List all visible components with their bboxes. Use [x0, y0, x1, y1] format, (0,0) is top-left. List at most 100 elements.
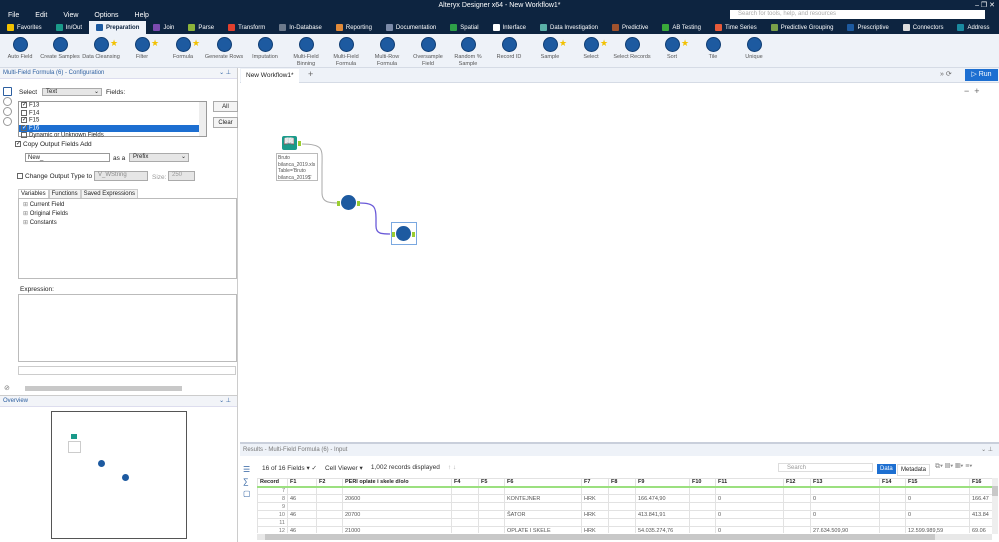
field-item[interactable]: Dynamic or Unknown Fields [19, 132, 206, 140]
data-tab[interactable]: Data [877, 464, 896, 474]
tab-connectors[interactable]: Connectors [896, 21, 951, 34]
clear-button[interactable]: Clear [213, 117, 238, 128]
menu-options[interactable]: Options [94, 11, 118, 21]
input-data-tool[interactable]: 📖 [282, 136, 297, 150]
output-icon[interactable] [3, 97, 12, 106]
tab-reporting[interactable]: Reporting [329, 21, 379, 34]
copy-output-checkbox[interactable]: ✓ Copy Output Fields Add [15, 141, 92, 148]
table-row[interactable]: 7 [257, 486, 992, 495]
menu-help[interactable]: Help [135, 11, 149, 21]
results-hscrollbar[interactable] [257, 534, 992, 540]
help-icon[interactable] [3, 117, 12, 126]
column-header[interactable]: F8 [608, 478, 636, 488]
output-type-dropdown[interactable]: V_WString [94, 171, 148, 181]
all-button[interactable]: All [213, 101, 238, 112]
column-header[interactable]: PERI oplate i skele d/o/o [342, 478, 452, 488]
column-header[interactable]: F7 [581, 478, 609, 488]
field-item[interactable]: ✓ F13 [19, 102, 206, 110]
results-search-input[interactable]: Search [778, 463, 873, 472]
column-header[interactable]: F11 [715, 478, 784, 488]
fields-selector[interactable]: 16 of 16 Fields ▾ ✓ [262, 464, 317, 472]
tab-interface[interactable]: Interface [486, 21, 533, 34]
field-checkbox[interactable] [21, 132, 27, 138]
favorite-star-icon[interactable]: ★ [110, 38, 118, 49]
workflow-canvas[interactable]: New Workflow1* + » ⟳ ▷ Run − + 📖 Bruto b… [240, 68, 999, 442]
field-checkbox[interactable] [21, 109, 27, 116]
favorite-star-icon[interactable]: ★ [681, 38, 689, 49]
tab-documentation[interactable]: Documentation [379, 21, 443, 34]
expand-icon[interactable]: ⊞ [23, 211, 30, 217]
results-side-icons[interactable]: ☰ ∑ ▢ [243, 464, 251, 500]
column-header[interactable]: F5 [478, 478, 505, 488]
sort-arrows[interactable]: ↑ ↓ [448, 464, 456, 472]
overview-viewport[interactable] [51, 411, 187, 539]
results-grid[interactable]: Record F1 F2 PERI oplate i skele d/o/o F4 F5 F… [257, 478, 992, 533]
output-anchor[interactable] [298, 141, 301, 146]
tool-auto-field[interactable]: Auto Field [0, 37, 40, 61]
column-header[interactable]: F6 [504, 478, 582, 488]
tab-in-database[interactable]: In-Database [272, 21, 329, 34]
column-header[interactable]: F9 [635, 478, 690, 488]
favorite-star-icon[interactable]: ★ [192, 38, 200, 49]
input-anchor[interactable] [392, 232, 395, 237]
tab-address[interactable]: Address [950, 21, 996, 34]
tool-unique[interactable]: Unique [734, 37, 774, 61]
select-type-dropdown[interactable]: Text ⌄ [42, 88, 102, 96]
results-actions-icons[interactable]: ⧉▾ ▤▾ ▦▾ ≡▾ [935, 463, 972, 471]
tool-tile[interactable]: Tile [693, 37, 733, 61]
expand-icon[interactable]: ⊞ [23, 220, 30, 226]
menu-edit[interactable]: Edit [35, 11, 47, 21]
output-anchor[interactable] [412, 232, 415, 237]
favorite-star-icon[interactable]: ★ [559, 38, 567, 49]
tool-create-samples[interactable]: Create Samples [40, 37, 80, 61]
tree-node[interactable]: ⊞ Current Field [23, 201, 232, 210]
tree-node[interactable]: ⊞ Original Fields [23, 210, 232, 219]
favorite-star-icon[interactable]: ★ [151, 38, 159, 49]
pin-icon[interactable]: ⌄ ⊥ [219, 68, 231, 79]
table-row[interactable]: 12 46 21000 OPLATE I SKELE HRK 54.035.274,76 0… [257, 526, 992, 533]
tab-data-investigation[interactable]: Data Investigation [533, 21, 605, 34]
tool-oversample-field[interactable]: Oversample Field [408, 37, 448, 68]
table-row[interactable]: 8 46 20600 KONTEJNER HRK 166.474,90 0 0 0 166.47 [257, 494, 992, 503]
tab-in-out[interactable]: In/Out [49, 21, 89, 34]
multi-field-formula-node[interactable] [396, 226, 411, 241]
favorite-star-icon[interactable]: ★ [600, 38, 608, 49]
tool-multi-field-binning[interactable]: Multi-Field Binning [286, 37, 326, 68]
column-header[interactable]: F10 [689, 478, 716, 488]
size-input[interactable]: 250 [168, 171, 195, 181]
input-anchor[interactable] [337, 201, 340, 206]
tab-prescriptive[interactable]: Prescriptive [840, 21, 895, 34]
tab-spatial[interactable]: Spatial [443, 21, 485, 34]
tab-predictive[interactable]: Predictive [605, 21, 655, 34]
validate-icon[interactable]: ⊘ [4, 384, 10, 392]
column-header[interactable]: F12 [783, 478, 811, 488]
field-checkbox[interactable]: ✓ [21, 117, 27, 123]
tab-transform[interactable]: Transform [221, 21, 272, 34]
gear-icon[interactable] [3, 87, 12, 96]
tag-icon[interactable] [3, 107, 12, 116]
column-header[interactable]: F2 [316, 478, 343, 488]
change-type-checkbox[interactable]: Change Output Type to [17, 173, 92, 180]
horizontal-scrollbar[interactable] [25, 386, 182, 391]
column-header[interactable]: F13 [810, 478, 880, 488]
column-header[interactable]: F15 [905, 478, 970, 488]
column-header[interactable]: F14 [879, 478, 906, 488]
field-checkbox[interactable]: ✓ [21, 124, 27, 131]
tab-time-series[interactable]: Time Series [708, 21, 764, 34]
tool-select-records[interactable]: Select Records [612, 37, 652, 61]
position-dropdown[interactable]: Prefix ⌄ [129, 153, 189, 162]
column-header[interactable]: Record [257, 478, 288, 488]
prefix-input[interactable]: New_ [25, 153, 110, 162]
expression-editor[interactable] [18, 294, 237, 362]
table-row[interactable]: 9 [257, 502, 992, 511]
tool-multi-row-formula[interactable]: Multi-Row Formula [367, 37, 407, 68]
tool-generate-rows[interactable]: Generate Rows [204, 37, 244, 61]
tool-imputation[interactable]: Imputation [245, 37, 285, 61]
tree-node[interactable]: ⊞ Constants [23, 219, 232, 228]
tab-join[interactable]: Join [146, 21, 181, 34]
field-item[interactable]: ✓ F16 [19, 124, 206, 132]
output-anchor[interactable] [357, 201, 360, 206]
table-row[interactable]: 10 46 20700 ŠATOR HRK 413.841,91 0 0 0 413.84 [257, 510, 992, 519]
search-input[interactable]: Search for tools, help, and resources [730, 10, 985, 19]
column-header[interactable]: F16 [969, 478, 992, 488]
